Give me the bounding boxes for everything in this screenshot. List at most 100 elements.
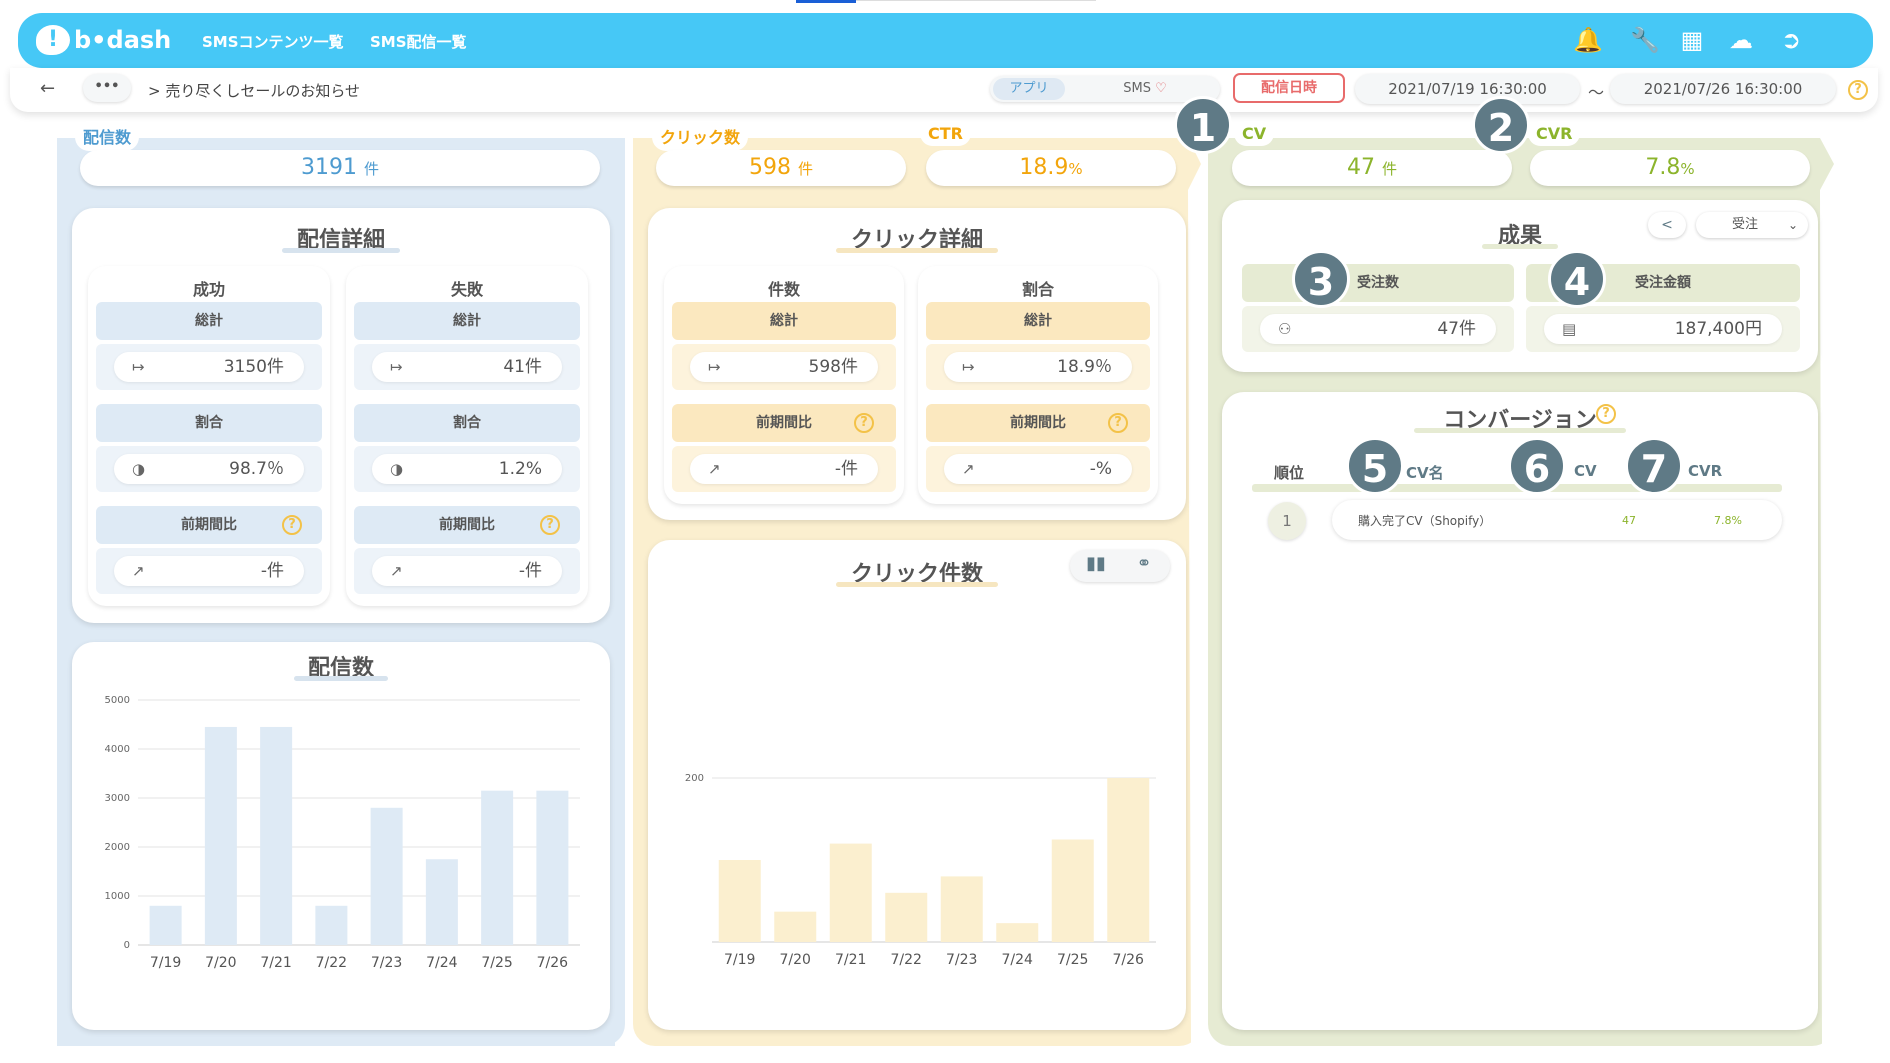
chat-icon[interactable]: ☁ [1724, 23, 1758, 57]
click-count-unit: 件 [797, 160, 813, 178]
date-from-field[interactable]: 2021/07/19 16:30:00 [1355, 74, 1580, 104]
delivery-detail-card: 配信詳細 成功 総計 ↦ 3150件 割合 ◑ 98.7％ 前期間比 ? ↗ -件 失… [72, 208, 610, 623]
help-icon[interactable]: ? [540, 515, 560, 535]
bar [940, 876, 983, 942]
trend-icon: ↗ [390, 562, 403, 580]
bar [718, 860, 761, 942]
callout-badge: 4 [1548, 250, 1606, 308]
success-total-row: ↦ 3150件 [96, 344, 322, 390]
back-button[interactable]: ← [40, 78, 55, 99]
ratio-prev-row: ↗ -% [926, 446, 1150, 492]
cv-metric: 47 件 [1232, 150, 1512, 186]
amount-row: ▤ 187,400円 [1526, 306, 1800, 352]
callout-badge: 5 [1346, 437, 1404, 495]
y-tick-label: 3000 [105, 793, 130, 804]
delivery-chart-card: 配信数 0 1000 2000 3000 4000 5000 7/19 7/20 7/21 7/2… [72, 642, 610, 1030]
fail-total-label: 総計 [354, 302, 580, 340]
orders-label: 受注数 [1242, 264, 1514, 302]
success-prev-value: -件 [260, 561, 284, 581]
date-to-field[interactable]: 2021/07/26 16:30:00 [1610, 74, 1836, 104]
fail-ratio-row: ◑ 1.2% [354, 446, 580, 492]
nav-sms-deliveries[interactable]: SMS配信一覧 [370, 31, 467, 52]
bar [425, 859, 458, 945]
delivery-bar-chart: 0 1000 2000 3000 4000 5000 7/19 7/20 7/21 7/22 7/2… [105, 695, 580, 971]
bar [204, 726, 237, 945]
success-total-label: 総計 [96, 302, 322, 340]
callout-badge: 6 [1508, 437, 1566, 495]
top-indicator [796, 0, 856, 3]
bar [260, 726, 293, 945]
date-label-button[interactable]: 配信日時 [1233, 73, 1345, 103]
cvr-value: 7.8 [1645, 155, 1681, 180]
delivery-count-value: 3191 [300, 155, 357, 180]
help-icon[interactable]: ? [854, 413, 874, 433]
ratio-total-label: 総計 [926, 302, 1150, 340]
x-tick-label: 7/19 [150, 955, 181, 971]
breadcrumb[interactable]: > 売り尽くしセールのお知らせ [148, 80, 360, 101]
top-divider [856, 0, 1096, 1]
bell-icon[interactable]: 🔔 [1571, 23, 1605, 57]
success-title: 成功 [192, 280, 225, 299]
bar [536, 790, 569, 945]
toggle-sms[interactable]: SMS ♡ [1080, 78, 1210, 100]
trend-icon: ↗ [132, 562, 145, 580]
fail-title: 失敗 [450, 280, 483, 299]
bar [315, 905, 348, 945]
result-type-select[interactable]: 受注 ⌄ [1696, 212, 1808, 238]
money-icon: ▤ [1562, 320, 1577, 338]
bar [996, 923, 1039, 942]
ratio-total-row: ↦ 18.9％ [926, 344, 1150, 390]
tab-cvr: CVR [1528, 121, 1581, 146]
logo[interactable]: ! b•dash [36, 23, 171, 57]
callout-badge: 1 [1174, 96, 1232, 154]
click-ratio-title: 割合 [1021, 280, 1054, 299]
bar [370, 807, 403, 945]
bar [885, 892, 928, 942]
x-tick-label: 7/21 [260, 955, 291, 971]
click-total-label: 総計 [672, 302, 896, 340]
help-icon[interactable]: ? [1108, 413, 1128, 433]
nav-sms-contents[interactable]: SMSコンテンツ一覧 [202, 31, 344, 52]
tab-cv: CV [1234, 121, 1275, 146]
trend-icon: ↗ [962, 460, 975, 478]
delivery-count-unit: 件 [363, 160, 379, 178]
col-cv-name: CV名 [1406, 464, 1444, 482]
y-tick-label: 5000 [105, 695, 130, 706]
y-tick-label: 0 [124, 940, 130, 951]
fail-prev-row: ↗ -件 [354, 548, 580, 594]
x-tick-label: 7/23 [371, 955, 402, 971]
toggle-app[interactable]: アプリ [993, 78, 1065, 100]
x-tick-label: 7/25 [481, 955, 512, 971]
click-detail-card: クリック詳細 件数 総計 ↦ 598件 前期間比 ? ↗ -件 割合 総計 ↦ 18.… [648, 208, 1186, 520]
help-icon[interactable]: ? [282, 515, 302, 535]
success-panel: 成功 総計 ↦ 3150件 割合 ◑ 98.7％ 前期間比 ? ↗ -件 [88, 266, 330, 606]
table-row-rank: 1 [1268, 502, 1306, 540]
more-button[interactable]: ••• [83, 74, 131, 102]
help-icon[interactable]: ? [1596, 404, 1616, 424]
tab-delivery-count: 配信数 [75, 121, 140, 151]
cvr-metric: 7.8% [1530, 150, 1810, 186]
pie-icon: ◑ [132, 460, 146, 478]
wrench-icon[interactable]: 🔧 [1628, 23, 1662, 57]
logout-icon[interactable]: ➲ [1774, 23, 1808, 57]
success-ratio-row: ◑ 98.7％ [96, 446, 322, 492]
x-tick-label: 7/24 [426, 955, 458, 971]
click-total-value: 598件 [808, 357, 858, 377]
amount-value: 187,400円 [1674, 319, 1762, 339]
grid-icon[interactable]: ▦ [1675, 23, 1709, 57]
click-count-metric: 598 件 [656, 150, 906, 186]
share-button[interactable]: < [1648, 212, 1686, 238]
x-tick-label: 7/22 [891, 952, 922, 968]
col-cvr: CVR [1688, 462, 1723, 480]
x-tick-label: 7/24 [1002, 952, 1034, 968]
bar [1051, 839, 1094, 942]
click-prev-value: -件 [834, 459, 858, 479]
table-row[interactable]: 購入完了CV（Shopify） 47 7.8% [1332, 500, 1782, 540]
help-icon[interactable]: ? [1848, 80, 1868, 100]
x-tick-label: 7/21 [835, 952, 866, 968]
click-ratio-panel: 割合 総計 ↦ 18.9％ 前期間比 ? ↗ -% [918, 266, 1158, 504]
bar [1107, 778, 1150, 942]
ctr-value: 18.9 [1019, 155, 1069, 180]
y-tick-label: 4000 [105, 744, 130, 755]
col-rank: 順位 [1274, 464, 1305, 482]
